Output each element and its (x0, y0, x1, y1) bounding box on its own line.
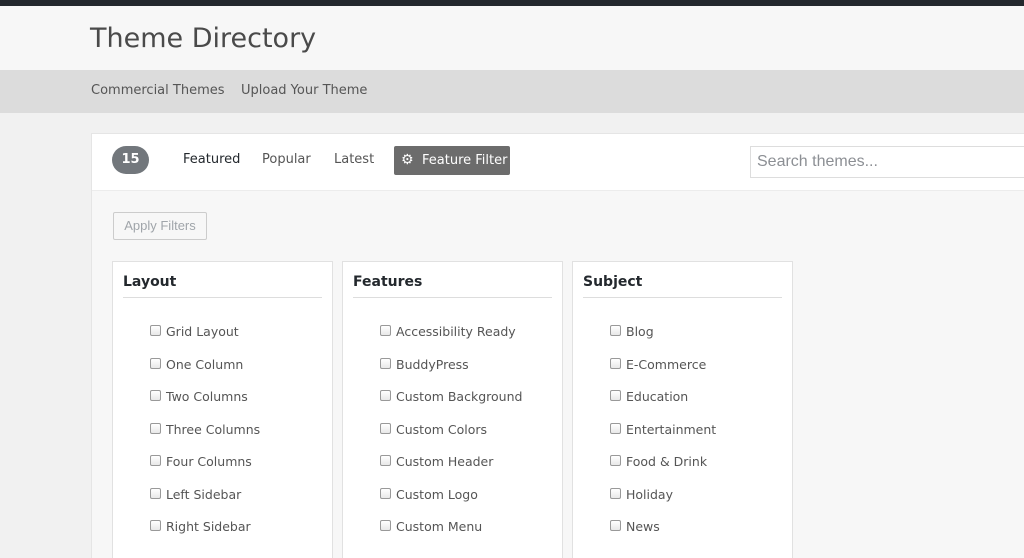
theme-count-badge: 15 (112, 146, 149, 174)
tab-latest[interactable]: Latest (334, 152, 374, 167)
filter-option-label[interactable]: Custom Colors (396, 422, 487, 437)
checkbox[interactable] (380, 390, 391, 401)
filter-option-label[interactable]: Custom Logo (396, 487, 478, 502)
checkbox[interactable] (150, 487, 161, 499)
filter-group-title: Subject (583, 274, 782, 298)
checkbox[interactable] (610, 487, 621, 499)
apply-filters-button[interactable]: Apply Filters (113, 212, 207, 240)
upload-your-theme-link[interactable]: Upload Your Theme (241, 83, 367, 98)
filter-option-label[interactable]: Two Columns (166, 389, 248, 404)
filter-option-label[interactable]: Custom Menu (396, 519, 482, 534)
sub-navigation: Commercial Themes Upload Your Theme (0, 70, 1024, 113)
filter-option-label[interactable]: Holiday (626, 487, 673, 502)
filter-option-label[interactable]: Blog (626, 324, 654, 339)
filter-option-label[interactable]: Custom Header (396, 454, 493, 469)
filter-option-label[interactable]: News (626, 519, 660, 534)
filter-option-label[interactable]: Grid Layout (166, 324, 239, 339)
filter-option-label[interactable]: Three Columns (166, 422, 260, 437)
filter-group-subject: Subject Blog E-Commerce Education Entert… (572, 261, 793, 558)
filter-option-label[interactable]: Right Sidebar (166, 519, 251, 534)
filter-option-label[interactable]: Custom Background (396, 389, 522, 404)
filter-option-label[interactable]: Left Sidebar (166, 487, 241, 502)
filter-option-label[interactable]: Food & Drink (626, 454, 707, 469)
checkbox[interactable] (380, 455, 391, 466)
checkbox[interactable] (150, 390, 161, 401)
checkbox[interactable] (150, 455, 161, 466)
checkbox[interactable] (150, 520, 161, 531)
feature-filter-button[interactable]: ⚙ Feature Filter (394, 146, 510, 175)
checkbox[interactable] (150, 357, 161, 369)
page-title: Theme Directory (90, 23, 317, 54)
checkbox[interactable] (610, 357, 621, 369)
checkbox[interactable] (150, 422, 161, 434)
filter-option-label[interactable]: Entertainment (626, 422, 716, 437)
checkbox[interactable] (610, 455, 621, 466)
search-input[interactable] (750, 146, 1024, 178)
page-header: Theme Directory (0, 6, 1024, 70)
checkbox[interactable] (380, 520, 391, 531)
commercial-themes-link[interactable]: Commercial Themes (91, 83, 225, 98)
checkbox[interactable] (380, 487, 391, 499)
filter-group-title: Features (353, 274, 552, 298)
filter-option-label[interactable]: One Column (166, 357, 243, 372)
tab-popular[interactable]: Popular (262, 152, 311, 167)
filter-option-label[interactable]: Accessibility Ready (396, 324, 516, 339)
feature-filter-label: Feature Filter (422, 153, 508, 168)
filter-option-label[interactable]: BuddyPress (396, 357, 469, 372)
gear-icon: ⚙ (401, 152, 414, 168)
checkbox[interactable] (150, 325, 161, 336)
filter-option-label[interactable]: E-Commerce (626, 357, 706, 372)
filter-bar: 15 Featured Popular Latest ⚙ Feature Fil… (92, 134, 1024, 191)
themes-panel: 15 Featured Popular Latest ⚙ Feature Fil… (91, 133, 1024, 558)
filter-option-label[interactable]: Four Columns (166, 454, 252, 469)
checkbox[interactable] (380, 422, 391, 434)
checkbox[interactable] (610, 325, 621, 336)
checkbox[interactable] (610, 520, 621, 531)
checkbox[interactable] (610, 390, 621, 401)
checkbox[interactable] (380, 325, 391, 336)
tab-featured[interactable]: Featured (183, 152, 240, 167)
filter-group-title: Layout (123, 274, 322, 298)
checkbox[interactable] (610, 422, 621, 434)
filter-option-label[interactable]: Education (626, 389, 688, 404)
checkbox[interactable] (380, 357, 391, 369)
filter-group-features: Features Accessibility Ready BuddyPress … (342, 261, 563, 558)
filter-group-layout: Layout Grid Layout One Column Two Column… (112, 261, 333, 558)
